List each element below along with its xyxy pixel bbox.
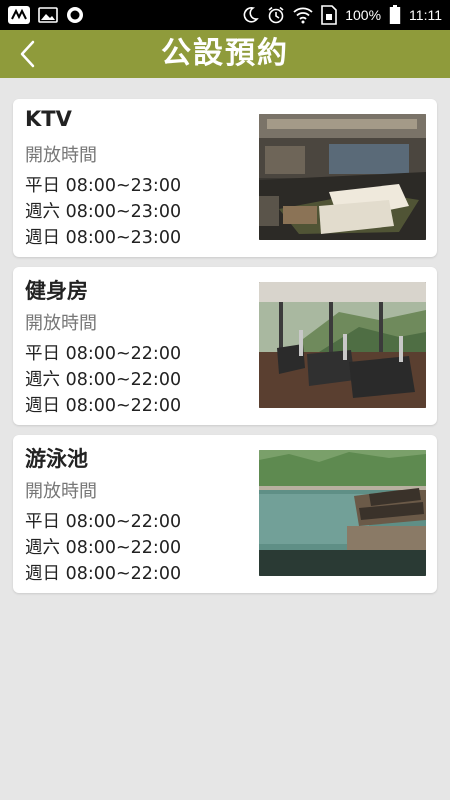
status-bar: 100% 11:11 — [0, 0, 450, 30]
hours-sunday: 週日 08:00~22:00 — [25, 564, 182, 584]
page-title: 公設預約 — [161, 36, 289, 71]
opening-hours-label: 開放時間 — [25, 481, 97, 502]
facility-card-gym[interactable]: 健身房 開放時間 平日 08:00~22:00 週六 08:00~22:00 週… — [13, 267, 437, 425]
opening-hours-label: 開放時間 — [25, 145, 97, 166]
facility-name: 健身房 — [25, 279, 88, 303]
opening-hours-label: 開放時間 — [25, 313, 97, 334]
hours-saturday: 週六 08:00~22:00 — [25, 370, 182, 390]
sim-icon — [321, 5, 338, 25]
hours-sunday: 週日 08:00~23:00 — [25, 228, 182, 248]
opening-hours: 平日 08:00~23:00 週六 08:00~23:00 週日 08:00~2… — [25, 173, 181, 251]
facility-card-ktv[interactable]: KTV 開放時間 平日 08:00~23:00 週六 08:00~23:00 週… — [13, 99, 437, 257]
gym-photo — [259, 282, 426, 408]
hours-weekday: 平日 08:00~23:00 — [25, 176, 182, 196]
asus-logo-icon — [8, 6, 30, 24]
alarm-icon — [267, 6, 285, 24]
ktv-room-photo — [259, 114, 426, 240]
facility-name: KTV — [25, 107, 72, 131]
battery-icon — [389, 5, 401, 25]
status-bar-left — [8, 6, 84, 24]
record-icon — [66, 6, 84, 24]
hours-saturday: 週六 08:00~22:00 — [25, 538, 182, 558]
swimming-pool-photo — [259, 450, 426, 576]
opening-hours: 平日 08:00~22:00 週六 08:00~22:00 週日 08:00~2… — [25, 341, 181, 419]
hours-saturday: 週六 08:00~23:00 — [25, 202, 182, 222]
opening-hours: 平日 08:00~22:00 週六 08:00~22:00 週日 08:00~2… — [25, 509, 181, 587]
facility-card-pool[interactable]: 游泳池 開放時間 平日 08:00~22:00 週六 08:00~22:00 週… — [13, 435, 437, 593]
facility-list: KTV 開放時間 平日 08:00~23:00 週六 08:00~23:00 週… — [13, 99, 437, 603]
hours-sunday: 週日 08:00~22:00 — [25, 396, 182, 416]
moon-icon — [241, 6, 259, 24]
hours-weekday: 平日 08:00~22:00 — [25, 344, 182, 364]
app-bar: 公設預約 — [0, 30, 450, 78]
facility-name: 游泳池 — [25, 447, 88, 471]
clock-time: 11:11 — [409, 7, 442, 23]
image-icon — [38, 7, 58, 23]
wifi-icon — [293, 6, 313, 24]
battery-percent: 100% — [345, 7, 382, 23]
status-bar-right: 100% 11:11 — [241, 5, 442, 25]
hours-weekday: 平日 08:00~22:00 — [25, 512, 182, 532]
